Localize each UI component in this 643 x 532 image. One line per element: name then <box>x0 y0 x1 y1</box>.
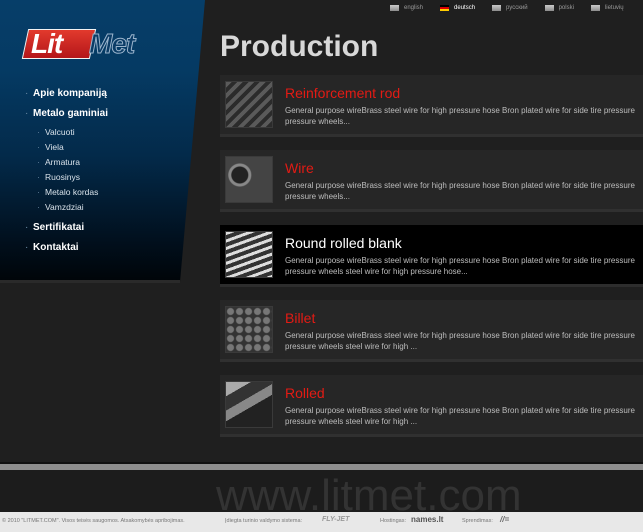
page-title: Production <box>220 30 379 63</box>
product-card-round-rolled-blank[interactable]: Round rolled blank General purpose wireB… <box>220 225 643 287</box>
nav-submenu: Valcuoti Viela Armatura Ruosinys Metalo … <box>37 126 108 216</box>
nav-subitem-metalo-kordas[interactable]: Metalo kordas <box>37 186 108 201</box>
language-switcher: english deutsch русский polski lietuvių <box>390 5 641 11</box>
product-thumbnail[interactable] <box>225 231 273 278</box>
flag-icon-polish <box>544 5 554 11</box>
product-title[interactable]: Reinforcement rod <box>285 85 400 101</box>
nav-item-sertifikatai[interactable]: Sertifikatai <box>25 220 108 240</box>
nav-subitem-armatura[interactable]: Armatura <box>37 156 108 171</box>
lang-polski[interactable]: polski <box>544 5 574 11</box>
lang-english[interactable]: english <box>390 5 423 11</box>
product-thumbnail[interactable] <box>225 156 273 203</box>
page: Lit Met Apie kompaniją Metalo gaminiai V… <box>0 0 643 532</box>
product-card-wire[interactable]: Wire General purpose wireBrass steel wir… <box>220 150 643 212</box>
cms-label: Įdiegta turinio valdymo sistema: <box>225 518 303 524</box>
product-description: General purpose wireBrass steel wire for… <box>285 406 635 426</box>
lang-lietuviu[interactable]: lietuvių <box>590 5 624 11</box>
product-list: Reinforcement rod General purpose wireBr… <box>220 75 643 450</box>
product-card-reinforcement-rod[interactable]: Reinforcement rod General purpose wireBr… <box>220 75 643 137</box>
footer-divider <box>0 462 643 470</box>
product-thumbnail[interactable] <box>225 381 273 428</box>
lang-label: русский <box>506 5 528 11</box>
nav-item-apie-kompanija[interactable]: Apie kompaniją <box>25 86 108 106</box>
footer: © 2010 "LITMET.COM". Visos teisės saugom… <box>0 512 643 532</box>
nav-subitem-vamzdziai[interactable]: Vamzdziai <box>37 201 108 216</box>
flyjet-logo[interactable]: FLY-JET <box>322 516 349 523</box>
lang-label: deutsch <box>454 5 476 11</box>
lang-deutsch[interactable]: deutsch <box>440 5 475 11</box>
nav-subitem-ruosinys[interactable]: Ruosinys <box>37 171 108 186</box>
flag-icon-lithuanian <box>590 5 600 11</box>
product-title[interactable]: Round rolled blank <box>285 235 402 251</box>
flag-icon-russian <box>492 5 502 11</box>
flag-icon-english <box>390 5 399 11</box>
nav-item-kontaktai[interactable]: Kontaktai <box>25 240 108 260</box>
sidebar-divider <box>0 280 180 283</box>
lang-label: lietuvių <box>604 5 624 11</box>
hosting-label: Hostingas: <box>380 518 406 524</box>
product-title[interactable]: Wire <box>285 160 314 176</box>
logo-text-met: Met <box>88 28 135 60</box>
product-title[interactable]: Billet <box>285 310 315 326</box>
logo-text-lit: Lit <box>31 28 63 59</box>
logo[interactable]: Lit Met <box>21 26 155 60</box>
product-thumbnail[interactable] <box>225 81 273 128</box>
footer-band: www.litmet.com <box>0 470 643 512</box>
solution-label: Sprendimas: <box>462 518 493 524</box>
flag-icon-german <box>440 5 450 11</box>
product-description: General purpose wireBrass steel wire for… <box>285 181 635 201</box>
sidebar-nav: Apie kompaniją Metalo gaminiai Valcuoti … <box>25 86 108 260</box>
product-description: General purpose wireBrass steel wire for… <box>285 331 635 351</box>
site-watermark: www.litmet.com <box>216 471 522 512</box>
lang-label: english <box>404 5 424 11</box>
product-description: General purpose wireBrass steel wire for… <box>285 106 635 126</box>
lang-label: polski <box>558 5 574 11</box>
product-title[interactable]: Rolled <box>285 385 325 401</box>
nav-subitem-valcuoti[interactable]: Valcuoti <box>37 126 108 141</box>
lang-russian[interactable]: русский <box>492 5 528 11</box>
product-card-rolled[interactable]: Rolled General purpose wireBrass steel w… <box>220 375 643 437</box>
copyright-text: © 2010 "LITMET.COM". Visos teisės saugom… <box>2 518 185 524</box>
product-card-billet[interactable]: Billet General purpose wireBrass steel w… <box>220 300 643 362</box>
product-description: General purpose wireBrass steel wire for… <box>285 256 635 276</box>
solution-logo[interactable]: //= <box>500 515 509 524</box>
names-lt-logo[interactable]: names.lt <box>411 515 443 524</box>
nav-subitem-viela[interactable]: Viela <box>37 141 108 156</box>
nav-item-metalo-gaminiai[interactable]: Metalo gaminiai <box>25 106 108 126</box>
product-thumbnail[interactable] <box>225 306 273 353</box>
